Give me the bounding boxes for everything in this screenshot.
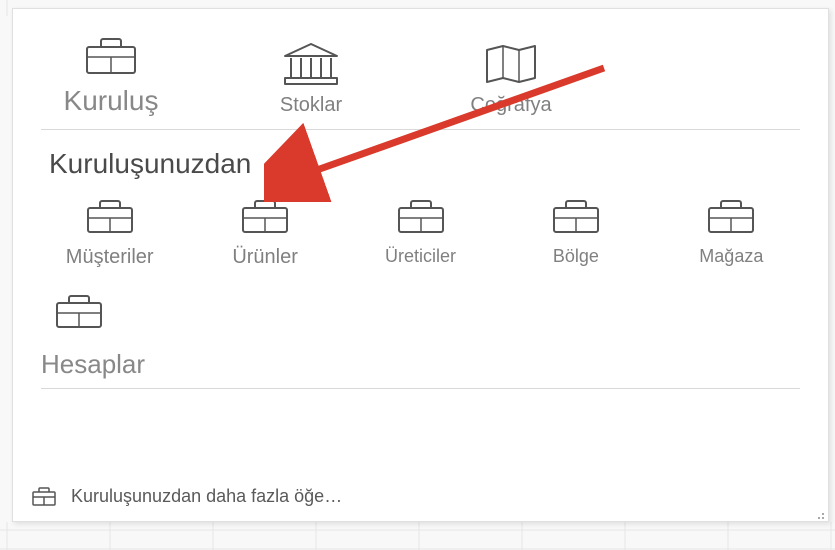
item-products[interactable]: Ürünler (196, 196, 333, 269)
catalog-panel: Kuruluş Stoklar Coğrafya Kuruluşu (12, 8, 829, 522)
item-customers-label: Müşteriler (66, 246, 154, 269)
briefcase-icon (239, 196, 291, 236)
tab-stocks[interactable]: Stoklar (241, 42, 381, 117)
org-items-row: Müşteriler Ürünler Üreticiler (13, 186, 828, 269)
org-items-row-2 (13, 269, 828, 331)
item-customers[interactable]: Müşteriler (41, 196, 178, 269)
bank-icon (283, 42, 339, 86)
briefcase-icon (53, 291, 105, 331)
item-store[interactable]: Mağaza (663, 196, 800, 269)
item-products-label: Ürünler (232, 246, 298, 269)
briefcase-icon (550, 196, 602, 236)
map-icon (483, 42, 539, 86)
item-manufacturers[interactable]: Üreticiler (352, 196, 489, 269)
tab-stocks-label: Stoklar (280, 94, 342, 117)
tab-geography-label: Coğrafya (470, 94, 551, 117)
divider-top (41, 129, 800, 130)
top-category-row: Kuruluş Stoklar Coğrafya (13, 9, 828, 121)
briefcase-icon (84, 196, 136, 236)
tab-geography[interactable]: Coğrafya (441, 42, 581, 117)
item-store-label: Mağaza (699, 246, 763, 267)
briefcase-icon (31, 485, 57, 507)
section-accounts-title: Hesaplar (13, 349, 828, 380)
briefcase-icon (705, 196, 757, 236)
more-from-org-label: Kuruluşunuzdan daha fazla öğe… (71, 486, 342, 507)
item-manufacturers-label: Üreticiler (385, 246, 456, 267)
briefcase-icon (83, 33, 139, 77)
item-region[interactable]: Bölge (507, 196, 644, 269)
section-from-organization-title: Kuruluşunuzdan (13, 148, 828, 180)
divider-bottom (41, 388, 800, 389)
tab-organization-label: Kuruluş (64, 85, 159, 117)
briefcase-icon (395, 196, 447, 236)
tab-organization[interactable]: Kuruluş (41, 33, 181, 117)
item-region-label: Bölge (553, 246, 599, 267)
item-extra[interactable] (53, 291, 105, 331)
resize-grip[interactable] (813, 508, 825, 520)
more-from-org-link[interactable]: Kuruluşunuzdan daha fazla öğe… (31, 485, 810, 507)
